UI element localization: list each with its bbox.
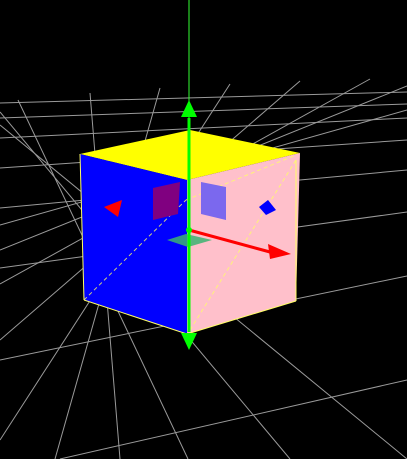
y-axis-arrow-up[interactable] (181, 100, 197, 117)
right-face-square[interactable] (201, 182, 226, 220)
cube-left-face[interactable] (80, 154, 187, 334)
left-face-square[interactable] (153, 182, 180, 220)
scene-canvas[interactable] (0, 0, 407, 459)
grid-line (0, 91, 407, 104)
y-axis-arrow-down[interactable] (181, 333, 197, 350)
3d-viewport[interactable] (0, 0, 407, 459)
gizmo-center[interactable] (186, 227, 192, 233)
